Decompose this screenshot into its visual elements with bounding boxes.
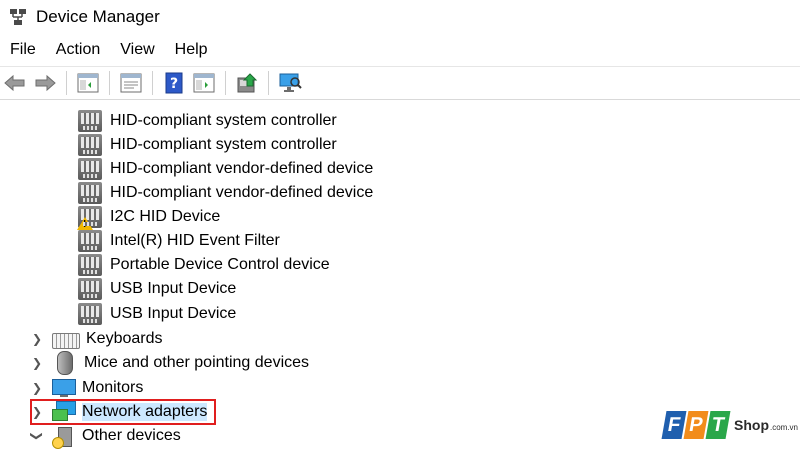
tree-category-keyboards[interactable]: ❯ Keyboards [30,327,163,351]
svg-text:?: ? [170,76,178,92]
hid-device-icon [78,254,102,276]
menu-action[interactable]: Action [46,41,110,59]
tree-item-label: I2C HID Device [110,208,221,225]
tree-category-mice[interactable]: ❯ Mice and other pointing devices [30,351,309,375]
menu-bar: File Action View Help [0,36,800,64]
chevron-right-icon[interactable]: ❯ [30,405,44,419]
menu-view[interactable]: View [110,41,164,59]
hid-device-icon [78,110,102,132]
logo-shop-text: Shop [734,417,769,433]
properties-icon[interactable] [119,71,143,95]
tree-category-monitors[interactable]: ❯ Monitors [30,376,143,400]
menu-file[interactable]: File [0,41,46,59]
chevron-right-icon[interactable]: ❯ [30,356,44,370]
tree-item-label: HID-compliant vendor-defined device [110,184,374,201]
tree-item-device[interactable]: HID-compliant vendor-defined device [78,157,373,181]
view-icon[interactable] [192,71,216,95]
chevron-down-icon[interactable]: ❯ [30,429,44,443]
mouse-icon [57,351,73,375]
keyboard-icon [52,333,80,349]
tree-category-label: Other devices [82,427,181,444]
toolbar-separator [268,71,269,95]
tree-item-label: Intel(R) HID Event Filter [110,232,280,249]
tree-item-label: HID-compliant system controller [110,112,337,129]
help-icon[interactable]: ? [162,71,186,95]
tree-item-label: HID-compliant vendor-defined device [110,160,374,177]
tree-item-device[interactable]: Portable Device Control device [78,253,330,277]
tree-item-label: Portable Device Control device [110,256,330,273]
tree-category-other-devices[interactable]: ❯ Other devices [30,424,181,449]
tree-item-label: USB Input Device [110,280,237,297]
forward-arrow-icon[interactable] [33,71,57,95]
toolbar-separator [225,71,226,95]
logo-letter: T [705,411,731,439]
title-bar: Device Manager [0,0,800,34]
tree-item-device[interactable]: USB Input Device [78,302,236,326]
tree-item-device[interactable]: I2C HID Device [77,205,221,230]
hid-device-icon [78,158,102,180]
back-arrow-icon[interactable] [3,71,27,95]
hid-device-warning-icon [77,206,102,230]
toolbar-separator [109,71,110,95]
logo-letter: F [661,411,687,439]
menu-help[interactable]: Help [165,41,218,59]
tree-category-network-adapters[interactable]: ❯ Network adapters [30,400,208,424]
window-title: Device Manager [36,7,160,26]
toolbar: ? [0,66,800,100]
hid-device-icon [78,303,102,325]
chevron-right-icon[interactable]: ❯ [30,381,44,395]
show-hide-console-tree-icon[interactable] [76,71,100,95]
chevron-right-icon[interactable]: ❯ [30,332,44,346]
device-tree: HID-compliant system controller HID-comp… [0,104,800,450]
hid-device-icon [78,278,102,300]
hid-device-icon [78,230,102,252]
monitor-icon [52,379,76,397]
tree-item-device[interactable]: HID-compliant system controller [78,109,337,133]
tree-category-label: Mice and other pointing devices [84,354,310,371]
other-device-icon [52,425,76,449]
logo-letter: P [683,411,709,439]
update-driver-icon[interactable] [235,71,259,95]
tree-item-label: USB Input Device [110,305,237,322]
hid-device-icon [78,182,102,204]
toolbar-separator [152,71,153,95]
scan-hardware-icon[interactable] [278,71,302,95]
tree-category-label: Network adapters [82,403,208,421]
fpt-shop-watermark: F P T Shop .com.vn [661,405,799,439]
tree-category-label: Monitors [82,379,144,396]
tree-item-label: HID-compliant system controller [110,136,337,153]
tree-item-device[interactable]: HID-compliant vendor-defined device [78,181,373,205]
network-adapter-icon [52,401,76,423]
tree-item-device[interactable]: USB Input Device [78,277,236,301]
tree-item-device[interactable]: HID-compliant system controller [78,133,337,157]
tree-category-label: Keyboards [86,330,163,347]
hid-device-icon [78,134,102,156]
device-manager-icon [8,7,28,27]
logo-domain-text: .com.vn [770,423,799,432]
toolbar-separator [66,71,67,95]
tree-item-device[interactable]: Intel(R) HID Event Filter [78,229,280,253]
